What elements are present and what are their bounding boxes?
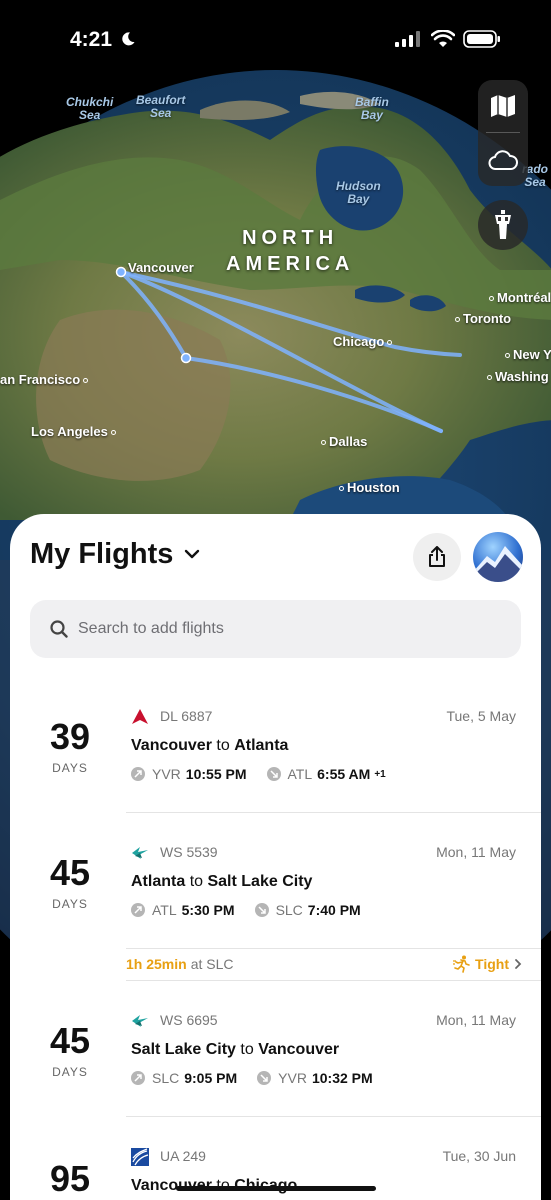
flight-date: Tue, 5 May <box>446 708 516 724</box>
share-icon <box>429 546 445 567</box>
flight-date: Mon, 11 May <box>436 844 516 860</box>
chevron-down-icon[interactable] <box>184 548 200 560</box>
avatar[interactable] <box>473 532 523 582</box>
city-label-dallas: Dallas <box>318 434 367 449</box>
connection-status[interactable]: Tight <box>453 955 523 973</box>
city-label-houston: Houston <box>336 480 400 495</box>
status-time: 4:21 <box>70 28 136 52</box>
flight-times: SLC 9:05 PM YVR 10:32 PM <box>131 1070 393 1086</box>
days-count: 45 <box>49 852 91 893</box>
search-placeholder: Search to add flights <box>78 620 224 637</box>
chevron-right-icon <box>515 959 522 969</box>
flight-route: Vancouver to Atlanta <box>131 737 289 754</box>
flight-code: UA 249 <box>160 1148 206 1164</box>
layover-airport: at SLC <box>190 956 234 972</box>
weather-button[interactable] <box>478 134 528 186</box>
row-divider <box>126 980 541 981</box>
sheet-title[interactable]: My Flights <box>30 538 173 571</box>
wifi-icon <box>431 30 455 47</box>
map-icon <box>491 95 515 117</box>
sea-label-baffin: Baffin Bay <box>355 95 389 122</box>
sea-label-beaufort: Beaufort Sea <box>136 93 186 120</box>
sea-label-hudson: Hudson Bay <box>336 179 381 206</box>
arrival-icon <box>254 903 269 917</box>
departure-icon <box>131 903 145 917</box>
row-divider <box>126 1116 541 1117</box>
search-icon <box>50 620 68 638</box>
row-divider <box>126 812 541 813</box>
layover-row[interactable]: 1h 25min at SLC Tight <box>126 948 541 980</box>
flight-code: WS 6695 <box>160 1012 218 1028</box>
days-label: DAYS <box>52 1065 88 1079</box>
flight-route: Atlanta to Salt Lake City <box>131 873 313 890</box>
days-count: 95 <box>49 1158 91 1199</box>
city-label-montreal: Montréal <box>486 290 551 305</box>
city-label-los-angeles: Los Angeles <box>31 424 119 439</box>
controls-divider <box>486 132 520 133</box>
search-field[interactable]: Search to add flights <box>30 600 521 658</box>
arrival-icon <box>257 1071 272 1085</box>
status-bar: 4:21 <box>0 24 551 58</box>
map-controls <box>478 80 528 186</box>
westjet-logo-icon <box>132 847 148 859</box>
status-icons <box>395 30 501 48</box>
days-count: 45 <box>49 1020 91 1061</box>
mountain-avatar-image <box>473 546 523 582</box>
city-label-toronto: Toronto <box>452 311 511 326</box>
city-label-vancouver: Vancouver <box>128 260 194 275</box>
days-label: DAYS <box>52 761 88 775</box>
city-label-washington: Washing <box>484 369 549 384</box>
delta-logo-icon <box>132 709 148 724</box>
battery-icon <box>463 30 500 48</box>
flights-sheet: My Flights Search to add flights 39 DAYS… <box>10 514 541 1200</box>
flight-row[interactable]: 45 DAYS WS 6695 Mon, 11 May Salt Lake Ci… <box>10 996 541 1116</box>
city-label-san-francisco: an Francisco <box>0 372 91 387</box>
cellular-signal-icon <box>395 31 420 47</box>
departure-icon <box>131 1071 145 1085</box>
home-indicator[interactable] <box>176 1186 376 1191</box>
cloud-icon <box>488 150 518 170</box>
layover-duration: 1h 25min <box>126 956 187 972</box>
flight-row[interactable]: 39 DAYS DL 6887 Tue, 5 May Vancouver to … <box>10 692 541 812</box>
city-label-new-york: New Y <box>502 347 551 362</box>
arrival-icon <box>266 767 281 781</box>
control-tower-button[interactable] <box>478 200 528 250</box>
departure-icon <box>131 767 145 781</box>
days-count: 39 <box>49 716 91 757</box>
days-label: DAYS <box>52 897 88 911</box>
flight-date: Mon, 11 May <box>436 1012 516 1028</box>
sea-label-chukchi: Chukchi Sea <box>66 95 114 122</box>
control-tower-icon <box>495 210 511 239</box>
running-person-icon <box>453 955 470 973</box>
share-button[interactable] <box>413 533 461 581</box>
flight-code: DL 6887 <box>160 708 213 724</box>
flight-code: WS 5539 <box>160 844 218 860</box>
continent-label: NORTH AMERICA <box>226 227 355 275</box>
map-style-button[interactable] <box>478 80 528 132</box>
city-label-chicago: Chicago <box>333 334 395 349</box>
flight-row[interactable]: 45 DAYS WS 5539 Mon, 11 May Atlanta to S… <box>10 828 541 948</box>
united-logo-icon <box>131 1148 149 1166</box>
westjet-logo-icon <box>132 1015 148 1027</box>
flight-date: Tue, 30 Jun <box>442 1148 516 1164</box>
moon-icon <box>122 32 135 46</box>
flight-times: ATL 5:30 PM SLC 7:40 PM <box>131 902 381 918</box>
flight-route: Salt Lake City to Vancouver <box>131 1041 340 1058</box>
flight-times: YVR 10:55 PM ATL 6:55 AM +1 <box>131 766 386 782</box>
